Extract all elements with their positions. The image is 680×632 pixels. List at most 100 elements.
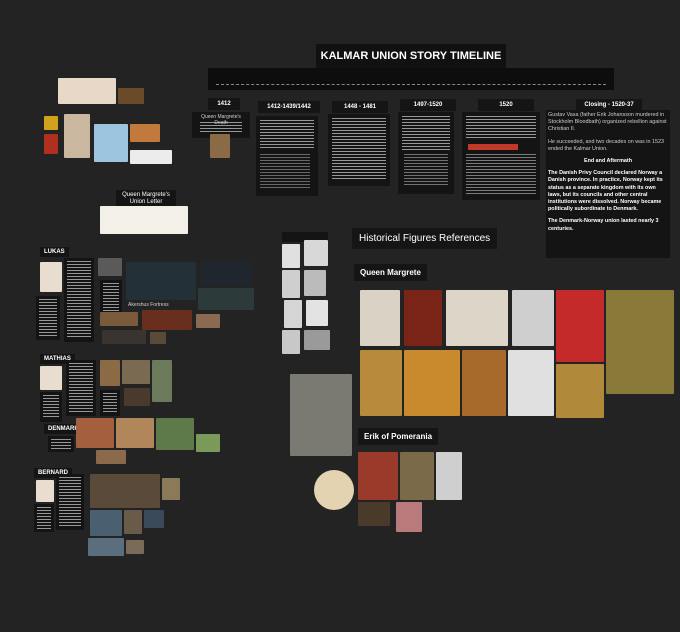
erik-ref-1[interactable] [358, 452, 398, 500]
text-lines [466, 116, 536, 138]
bernard-notes-b[interactable] [56, 474, 84, 530]
sketch-g[interactable] [282, 330, 300, 354]
board-title: KALMAR UNION STORY TIMELINE [316, 44, 506, 68]
text-lines [260, 120, 314, 148]
year-1520[interactable]: 1520 [478, 99, 534, 111]
year-1412[interactable]: 1412 [208, 98, 240, 110]
sketch-h[interactable] [304, 330, 330, 350]
margrete-ref-2[interactable] [404, 290, 442, 346]
sketch-e[interactable] [284, 300, 302, 328]
gate-photo[interactable] [156, 418, 194, 450]
mathias-photo-c[interactable] [152, 360, 172, 402]
text-lines [39, 299, 57, 337]
lukas-character-sheet[interactable] [40, 262, 62, 292]
harbor-photo[interactable] [90, 510, 122, 536]
text-lines [69, 363, 93, 413]
mathias-photo-d[interactable] [124, 388, 150, 406]
castle-photo-a[interactable] [76, 418, 114, 448]
bernard-photo-c[interactable] [144, 510, 164, 528]
hall-photo[interactable] [142, 310, 192, 330]
sketch-a[interactable] [282, 244, 300, 268]
margrete-ref-9[interactable] [462, 350, 506, 416]
bernard-notes-a[interactable] [34, 504, 54, 532]
costume-sketches-thumb[interactable] [130, 150, 172, 164]
bernard-costume-photos[interactable] [90, 474, 160, 508]
lukas-notes-a[interactable] [36, 296, 60, 340]
margrete-ref-6[interactable] [606, 290, 674, 394]
mathias-notes-a[interactable] [40, 392, 62, 422]
coat-of-arms-icon [44, 134, 58, 154]
closing-line-1: Gustav Vasa (father Erik Johansson murde… [548, 112, 667, 133]
row-label-lukas: LUKAS [40, 247, 69, 257]
village-photo[interactable] [96, 450, 126, 464]
detail-photo[interactable] [150, 332, 166, 344]
mathias-character-sheet[interactable] [40, 366, 62, 390]
map-thumb[interactable] [94, 124, 128, 162]
gathering-photo[interactable] [102, 330, 146, 344]
mathias-notes-b[interactable] [66, 360, 96, 416]
margrete-ref-7[interactable] [360, 350, 402, 416]
statue-photo[interactable] [290, 374, 352, 456]
document-thumb[interactable] [64, 114, 90, 158]
character-sheet-thumb[interactable] [58, 78, 116, 104]
denmark-notes[interactable] [48, 436, 74, 452]
margrete-portrait-thumb[interactable] [210, 134, 230, 158]
fortress-label: Akershus Fortress [128, 302, 169, 308]
room-photo[interactable] [196, 314, 220, 328]
painting-thumb[interactable] [130, 124, 160, 142]
union-letter-document[interactable] [100, 206, 188, 234]
bernard-photo-d[interactable] [126, 540, 144, 554]
year-1448-1481[interactable]: 1448 - 1481 [332, 101, 388, 113]
text-lines [402, 116, 450, 150]
card-1448-1481[interactable] [328, 114, 390, 186]
royal-seal-icon [314, 470, 354, 510]
mathias-notes-c[interactable] [100, 390, 120, 416]
erik-ref-5[interactable] [396, 502, 422, 532]
card-1497-1520[interactable] [398, 112, 454, 194]
margrete-ref-5[interactable] [556, 290, 604, 362]
margrete-ref-8[interactable] [404, 350, 460, 416]
town-photo[interactable] [88, 538, 124, 556]
margrete-ref-10[interactable] [508, 350, 554, 416]
castle-photo-b[interactable] [116, 418, 154, 448]
margrete-ref-4[interactable] [512, 290, 554, 346]
bernard-character-sheet[interactable] [36, 480, 54, 502]
closing-heading: End and Aftermath [583, 158, 633, 165]
margrete-ref-3[interactable] [446, 290, 508, 346]
scene-photo-dark[interactable] [200, 262, 252, 286]
erik-ref-3[interactable] [436, 452, 462, 500]
sketch-c[interactable] [282, 270, 300, 298]
scene-photo-castle[interactable] [198, 288, 254, 310]
card-1412-1439[interactable] [256, 116, 318, 196]
bernard-photo-a[interactable] [162, 478, 180, 500]
sketch-b[interactable] [304, 240, 328, 266]
interior-photo[interactable] [100, 312, 138, 326]
figures-thumb[interactable] [118, 88, 144, 104]
mathias-photo-b[interactable] [122, 360, 150, 384]
highlight-stockholm-bloodbath [468, 144, 518, 150]
closing-text: Gustav Vasa (father Erik Johansson murde… [548, 112, 668, 238]
erik-ref-2[interactable] [400, 452, 434, 500]
sketch-d[interactable] [304, 270, 326, 296]
card-1520[interactable] [462, 112, 540, 200]
caption-text-lines [200, 122, 242, 132]
text-lines [43, 395, 59, 419]
text-lines [466, 154, 536, 194]
erik-ref-4[interactable] [358, 502, 390, 526]
margrete-ref-11[interactable] [556, 364, 604, 418]
year-1412-1439[interactable]: 1412-1439/1442 [258, 101, 320, 113]
text-lines [59, 477, 81, 527]
text-lines [51, 439, 71, 449]
text-lines [332, 118, 386, 180]
margrete-ref-1[interactable] [360, 290, 400, 346]
lukas-photo-a[interactable] [98, 258, 122, 276]
sketch-f[interactable] [306, 300, 328, 326]
landscape-photo[interactable] [196, 434, 220, 452]
bernard-photo-b[interactable] [124, 510, 142, 534]
lukas-notes-b[interactable] [64, 258, 94, 342]
mathias-photo-a[interactable] [100, 360, 120, 386]
closing-line-2: He succeeded, and two decades on was in … [548, 138, 664, 152]
year-1497-1520[interactable]: 1497-1520 [400, 99, 456, 111]
closing-final: The Denmark-Norway union lasted nearly 3… [548, 218, 659, 232]
lukas-scene-photo[interactable] [126, 262, 196, 300]
